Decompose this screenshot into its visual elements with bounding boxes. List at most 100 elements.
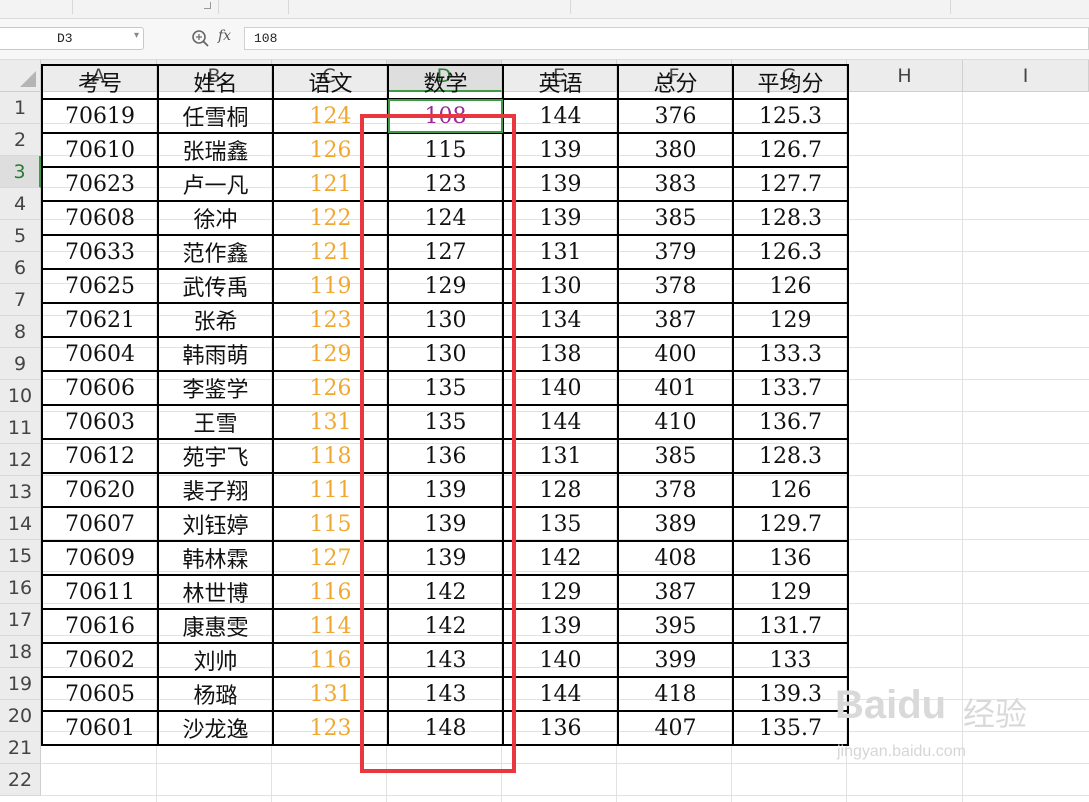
table-cell[interactable]: 379: [617, 234, 734, 270]
table-cell[interactable]: 122: [272, 200, 389, 236]
row-header-1[interactable]: 1: [0, 92, 41, 124]
header-cell[interactable]: 姓名: [157, 64, 274, 100]
table-cell[interactable]: 123: [272, 710, 389, 746]
table-cell[interactable]: 129: [502, 574, 619, 610]
row-header-21[interactable]: 21: [0, 732, 41, 764]
row-header-8[interactable]: 8: [0, 316, 41, 348]
table-cell[interactable]: 李鉴学: [157, 370, 274, 406]
table-cell[interactable]: 136: [732, 540, 849, 576]
table-cell[interactable]: 129: [732, 574, 849, 610]
table-cell[interactable]: 131: [272, 676, 389, 712]
row-header-17[interactable]: 17: [0, 604, 41, 636]
table-cell[interactable]: 129: [732, 302, 849, 338]
table-cell[interactable]: 114: [272, 608, 389, 644]
table-cell[interactable]: 143: [387, 676, 504, 712]
table-cell[interactable]: 139: [387, 506, 504, 542]
table-cell[interactable]: 395: [617, 608, 734, 644]
table-cell[interactable]: 70602: [41, 642, 159, 678]
table-cell[interactable]: 70625: [41, 268, 159, 304]
table-cell[interactable]: 140: [502, 642, 619, 678]
table-cell[interactable]: 70601: [41, 710, 159, 746]
table-cell[interactable]: 70609: [41, 540, 159, 576]
table-cell[interactable]: 133.7: [732, 370, 849, 406]
row-header-20[interactable]: 20: [0, 700, 41, 732]
table-cell[interactable]: 刘钰婷: [157, 506, 274, 542]
header-cell[interactable]: 总分: [617, 64, 734, 100]
table-cell[interactable]: 410: [617, 404, 734, 440]
row-header-7[interactable]: 7: [0, 284, 41, 316]
table-cell[interactable]: 144: [502, 98, 619, 134]
table-cell[interactable]: 135: [387, 370, 504, 406]
table-cell[interactable]: 131: [502, 234, 619, 270]
table-cell[interactable]: 王雪: [157, 404, 274, 440]
table-cell[interactable]: 70603: [41, 404, 159, 440]
row-header-14[interactable]: 14: [0, 508, 41, 540]
table-cell[interactable]: 70604: [41, 336, 159, 372]
table-cell[interactable]: 383: [617, 166, 734, 202]
table-cell[interactable]: 126: [732, 268, 849, 304]
table-cell[interactable]: 129: [387, 268, 504, 304]
table-cell[interactable]: 136.7: [732, 404, 849, 440]
table-cell[interactable]: 126.3: [732, 234, 849, 270]
table-cell[interactable]: 128.3: [732, 438, 849, 474]
table-cell[interactable]: 128: [502, 472, 619, 508]
table-cell[interactable]: 70606: [41, 370, 159, 406]
table-cell[interactable]: 70623: [41, 166, 159, 202]
column-header-h[interactable]: H: [847, 60, 963, 92]
table-cell[interactable]: 115: [272, 506, 389, 542]
table-cell[interactable]: 韩林霖: [157, 540, 274, 576]
table-cell[interactable]: 125.3: [732, 98, 849, 134]
table-cell[interactable]: 134: [502, 302, 619, 338]
table-cell[interactable]: 139: [387, 472, 504, 508]
table-cell[interactable]: 133.3: [732, 336, 849, 372]
table-cell[interactable]: 399: [617, 642, 734, 678]
header-cell[interactable]: 数学: [387, 64, 504, 100]
table-cell[interactable]: 杨璐: [157, 676, 274, 712]
table-cell[interactable]: 121: [272, 234, 389, 270]
table-cell[interactable]: 131: [502, 438, 619, 474]
table-cell[interactable]: 144: [502, 404, 619, 440]
table-cell[interactable]: 70611: [41, 574, 159, 610]
table-cell[interactable]: 418: [617, 676, 734, 712]
table-cell[interactable]: 卢一凡: [157, 166, 274, 202]
table-cell[interactable]: 143: [387, 642, 504, 678]
table-cell[interactable]: 142: [387, 574, 504, 610]
table-cell[interactable]: 126: [732, 472, 849, 508]
table-cell[interactable]: 136: [387, 438, 504, 474]
formula-input[interactable]: 108: [244, 27, 1089, 50]
table-cell[interactable]: 139: [387, 540, 504, 576]
table-cell[interactable]: 129: [272, 336, 389, 372]
table-cell[interactable]: 407: [617, 710, 734, 746]
table-cell[interactable]: 408: [617, 540, 734, 576]
table-cell[interactable]: 116: [272, 642, 389, 678]
table-cell[interactable]: 康惠雯: [157, 608, 274, 644]
row-header-19[interactable]: 19: [0, 668, 41, 700]
table-cell[interactable]: 124: [387, 200, 504, 236]
table-cell[interactable]: 108: [387, 98, 504, 134]
table-cell[interactable]: 387: [617, 574, 734, 610]
row-header-4[interactable]: 4: [0, 188, 41, 220]
table-cell[interactable]: 378: [617, 268, 734, 304]
table-cell[interactable]: 70621: [41, 302, 159, 338]
table-cell[interactable]: 徐冲: [157, 200, 274, 236]
table-cell[interactable]: 70610: [41, 132, 159, 168]
table-cell[interactable]: 139: [502, 166, 619, 202]
table-cell[interactable]: 130: [387, 302, 504, 338]
table-cell[interactable]: 119: [272, 268, 389, 304]
header-cell[interactable]: 英语: [502, 64, 619, 100]
row-header-12[interactable]: 12: [0, 444, 41, 476]
table-cell[interactable]: 张希: [157, 302, 274, 338]
table-cell[interactable]: 131.7: [732, 608, 849, 644]
row-header-6[interactable]: 6: [0, 252, 41, 284]
table-cell[interactable]: 127.7: [732, 166, 849, 202]
table-cell[interactable]: 126.7: [732, 132, 849, 168]
table-cell[interactable]: 378: [617, 472, 734, 508]
function-icon[interactable]: fx: [218, 28, 231, 44]
table-cell[interactable]: 70620: [41, 472, 159, 508]
row-header-2[interactable]: 2: [0, 124, 41, 156]
table-cell[interactable]: 380: [617, 132, 734, 168]
row-header-5[interactable]: 5: [0, 220, 41, 252]
table-cell[interactable]: 韩雨萌: [157, 336, 274, 372]
row-header-13[interactable]: 13: [0, 476, 41, 508]
table-cell[interactable]: 126: [272, 370, 389, 406]
